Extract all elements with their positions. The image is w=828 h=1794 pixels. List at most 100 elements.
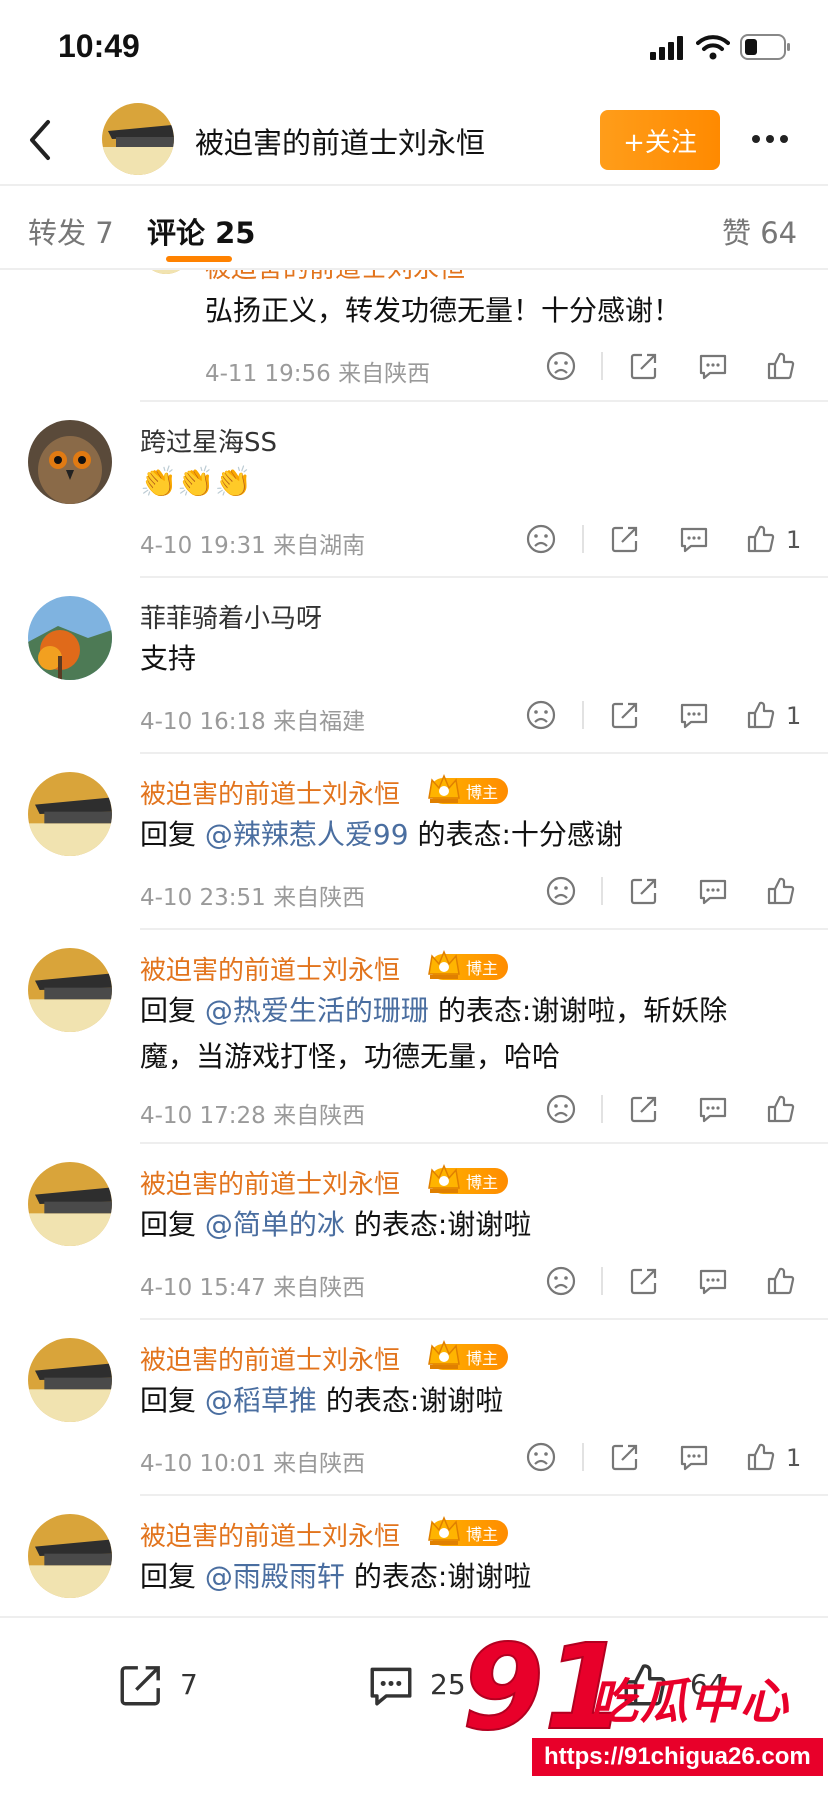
tab-likes[interactable]: 赞 64 (722, 210, 797, 252)
comment-item: 被迫害的前道士刘永恒 博主 回复 @雨殿雨轩 的表态:谢谢啦 (0, 1496, 828, 1616)
like-icon[interactable] (765, 1093, 797, 1125)
follow-button[interactable]: +关注 (600, 110, 720, 170)
comment-text: 回复 @雨殿雨轩 的表态:谢谢啦 (140, 1554, 531, 1600)
badge-label: 博主 (466, 1349, 499, 1368)
repost-icon[interactable] (628, 1265, 660, 1297)
dislike-icon[interactable] (545, 875, 577, 907)
like-icon[interactable] (745, 1441, 777, 1473)
like-icon[interactable] (745, 523, 777, 555)
repost-icon[interactable] (609, 699, 641, 731)
bottom-comment-count: 25 (430, 1668, 466, 1701)
comment-icon[interactable] (697, 875, 729, 907)
bottom-repost-count: 7 (180, 1668, 198, 1701)
comment-author[interactable]: 被迫害的前道士刘永恒 (140, 1164, 400, 1201)
mention-link[interactable]: @辣辣惹人爱99 (205, 818, 409, 851)
like-icon[interactable] (765, 1265, 797, 1297)
like-count: 1 (786, 526, 802, 554)
battery-icon (740, 34, 792, 60)
wifi-icon (696, 34, 730, 60)
tab-active-indicator (166, 256, 232, 262)
avatar[interactable] (28, 596, 112, 680)
bottom-repost-button[interactable]: 7 (116, 1660, 226, 1712)
avatar[interactable] (28, 420, 112, 504)
action-separator (582, 701, 584, 729)
badge-label: 博主 (466, 959, 499, 978)
comment-text: 支持 (140, 642, 197, 675)
tab-comments[interactable]: 评论 25 (147, 210, 255, 252)
dislike-icon[interactable] (525, 1441, 557, 1473)
avatar[interactable] (28, 1514, 112, 1598)
blogger-badge: 博主 (428, 774, 509, 804)
reply-body: 的表态:谢谢啦 (344, 1560, 532, 1593)
comment-author[interactable]: 菲菲骑着小马呀 (140, 598, 322, 635)
action-separator (601, 1095, 603, 1123)
dislike-icon[interactable] (545, 1265, 577, 1297)
comment-meta: 4-10 17:28 来自陕西 (140, 1103, 366, 1129)
comment-author[interactable]: 被迫害的前道士刘永恒 (140, 950, 400, 987)
like-icon[interactable] (745, 699, 777, 731)
repost-icon[interactable] (628, 1093, 660, 1125)
avatar[interactable] (28, 772, 112, 856)
comment-item: 菲菲骑着小马呀 支持 4-10 16:18 来自福建 1 (0, 578, 828, 754)
repost-icon[interactable] (628, 875, 660, 907)
comment-text: 👏👏👏 (140, 465, 253, 500)
comment-icon[interactable] (678, 1441, 710, 1473)
avatar[interactable] (28, 948, 112, 1032)
watermark: 91 吃瓜中心 https://91chigua26.com (461, 1621, 828, 1792)
partial-comment: 被迫害的前道士刘永恒 弘扬正义，转发功德无量！十分感谢！ 4-11 19:56 … (0, 270, 828, 400)
dislike-icon[interactable] (545, 350, 577, 382)
mention-link[interactable]: @简单的冰 (205, 1208, 345, 1241)
comment-meta: 4-10 19:31 来自湖南 (140, 533, 366, 559)
dislike-icon[interactable] (525, 523, 557, 555)
repost-icon[interactable] (609, 1441, 641, 1473)
crown-icon (428, 1164, 460, 1193)
blogger-badge: 博主 (428, 1516, 509, 1546)
crown-icon (428, 1340, 460, 1369)
comment-meta: 4-10 16:18 来自福建 (140, 709, 366, 735)
mention-link[interactable]: @稻草推 (205, 1384, 317, 1417)
reply-body: 的表态:谢谢啦 (316, 1384, 504, 1417)
like-count: 1 (786, 702, 802, 730)
mention-link[interactable]: @热爱生活的珊珊 (205, 994, 429, 1027)
mention-link[interactable]: @雨殿雨轩 (205, 1560, 345, 1593)
action-separator (582, 525, 584, 553)
comment-author[interactable]: 被迫害的前道士刘永恒 (140, 1340, 400, 1377)
more-icon[interactable] (752, 128, 794, 147)
reply-prefix: 回复 (140, 1560, 205, 1593)
avatar[interactable] (140, 270, 192, 274)
comment-icon[interactable] (678, 523, 710, 555)
dislike-icon[interactable] (545, 1093, 577, 1125)
comment-meta: 4-11 19:56 来自陕西 (205, 361, 431, 387)
action-separator (601, 1267, 603, 1295)
comment-text: 弘扬正义，转发功德无量！十分感谢！ (205, 294, 682, 327)
badge-label: 博主 (466, 1173, 499, 1192)
comment-author[interactable]: 被迫害的前道士刘永恒 (140, 774, 400, 811)
like-icon[interactable] (765, 875, 797, 907)
header-avatar[interactable] (102, 103, 174, 175)
header-title[interactable]: 被迫害的前道士刘永恒 (195, 120, 485, 162)
blogger-badge: 博主 (428, 1340, 509, 1370)
comment-icon (370, 1667, 412, 1706)
comment-meta: 4-10 10:01 来自陕西 (140, 1451, 366, 1477)
reply-body: 的表态:谢谢啦，斩妖除 (428, 994, 728, 1027)
avatar[interactable] (28, 1338, 112, 1422)
avatar[interactable] (28, 1162, 112, 1246)
comment-icon[interactable] (697, 1265, 729, 1297)
dislike-icon[interactable] (525, 699, 557, 731)
repost-icon[interactable] (628, 350, 660, 382)
crown-icon (428, 1516, 460, 1545)
comment-author[interactable]: 被迫害的前道士刘永恒 (205, 270, 465, 285)
tab-repost[interactable]: 转发 7 (28, 210, 114, 252)
comment-meta: 4-10 15:47 来自陕西 (140, 1275, 366, 1301)
reply-prefix: 回复 (140, 818, 205, 851)
comment-icon[interactable] (678, 699, 710, 731)
comment-author[interactable]: 跨过星海SS (140, 422, 277, 459)
reply-prefix: 回复 (140, 994, 205, 1027)
comment-icon[interactable] (697, 1093, 729, 1125)
comment-icon[interactable] (697, 350, 729, 382)
action-separator (601, 352, 603, 380)
repost-icon[interactable] (609, 523, 641, 555)
back-icon[interactable] (22, 118, 62, 162)
comment-author[interactable]: 被迫害的前道士刘永恒 (140, 1516, 400, 1553)
like-icon[interactable] (765, 350, 797, 382)
